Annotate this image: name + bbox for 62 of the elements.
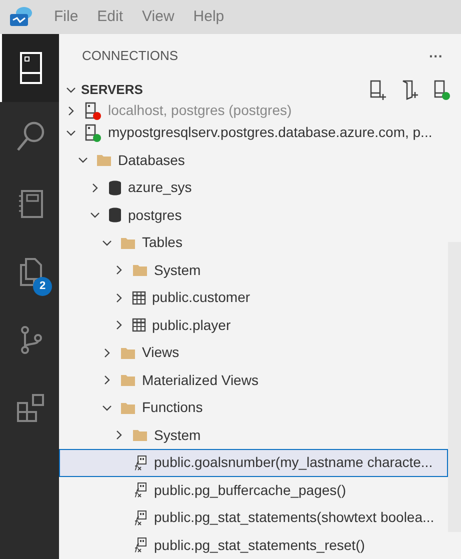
- database-icon: [108, 207, 122, 224]
- new-group-icon[interactable]: [401, 80, 419, 100]
- folder-icon: [132, 428, 148, 442]
- function-icon: [132, 537, 148, 554]
- folder-icon: [132, 263, 148, 278]
- tree-item-label: Tables: [142, 233, 182, 252]
- tree-item-label: mypostgresqlserv.postgres.database.azure.com, p...: [108, 123, 432, 142]
- tree-item[interactable]: Databases: [59, 146, 448, 174]
- tree-item[interactable]: public.pg_stat_statements(showtext boolea...: [59, 504, 448, 532]
- folder-icon: [120, 346, 136, 360]
- tree-item-label: Databases: [118, 150, 185, 170]
- tree-item-label: public.goalsnumber(my_lastname characte...: [154, 453, 433, 472]
- function-icon: [132, 510, 148, 526]
- tree-item[interactable]: public.goalsnumber(my_lastname characte...: [59, 449, 448, 476]
- tree-item-label: public.pg_stat_statements(showtext boolea...: [154, 508, 434, 528]
- notebook-icon: [16, 189, 44, 219]
- folder-icon: [120, 373, 136, 388]
- search-icon: [16, 120, 46, 152]
- folder-icon: [120, 400, 136, 415]
- tree-item[interactable]: Tables: [59, 229, 448, 256]
- tree-item-label: System: [154, 426, 201, 445]
- tree-item[interactable]: postgres: [59, 202, 448, 229]
- tree-item[interactable]: mypostgresqlserv.postgres.database.azure.com, p...: [59, 119, 448, 146]
- folder-icon: [120, 236, 136, 250]
- tree-item-label: Views: [142, 343, 180, 362]
- tree-item[interactable]: public.player: [59, 312, 448, 339]
- badge: 2: [33, 277, 52, 296]
- section-title[interactable]: SERVERS: [81, 80, 369, 100]
- tree-item-label: azure_sys: [128, 178, 192, 198]
- app-logo-icon: [8, 6, 34, 28]
- tree-item[interactable]: Views: [59, 339, 448, 366]
- tree-item[interactable]: public.pg_buffercache_pages(): [59, 476, 448, 504]
- tree-item-label: public.pg_buffercache_pages(): [154, 480, 346, 500]
- new-server-icon[interactable]: [369, 80, 387, 100]
- tree-item-label: localhost, postgres (postgres): [108, 104, 292, 117]
- tree-item[interactable]: public.customer: [59, 284, 448, 312]
- scrollbar-thumb[interactable]: [448, 242, 461, 532]
- tree-item[interactable]: public.pg_stat_statements_reset(): [59, 532, 448, 559]
- tree-item[interactable]: Materialized Views: [59, 366, 448, 394]
- database-icon: [108, 180, 122, 196]
- tree-item-label: Materialized Views: [142, 370, 258, 390]
- tree-item-label: System: [154, 260, 201, 280]
- tree-item[interactable]: System: [59, 256, 448, 284]
- table-icon: [132, 318, 146, 332]
- panel-title: CONNECTIONS: [82, 47, 178, 66]
- active-server-icon[interactable]: [433, 80, 451, 100]
- tree-item-label: public.customer: [152, 288, 250, 308]
- function-icon: [132, 454, 148, 471]
- tree-item[interactable]: Functions: [59, 394, 448, 422]
- folder-icon: [96, 153, 112, 168]
- tree-item-label: public.player: [152, 316, 231, 335]
- activity-bar-item[interactable]: [0, 34, 59, 102]
- tree-item[interactable]: azure_sys: [59, 174, 448, 202]
- function-icon: [132, 482, 148, 498]
- more-actions-button[interactable]: ···: [429, 46, 443, 66]
- table-icon: [132, 290, 146, 305]
- tree-item-label: Functions: [142, 398, 203, 418]
- tree-item[interactable]: System: [59, 422, 448, 449]
- tree-item-label: postgres: [128, 206, 182, 225]
- activity-bar-item[interactable]: 2: [0, 238, 59, 306]
- tree-item-label: public.pg_stat_statements_reset(): [154, 536, 365, 555]
- extensions-icon: [16, 393, 46, 423]
